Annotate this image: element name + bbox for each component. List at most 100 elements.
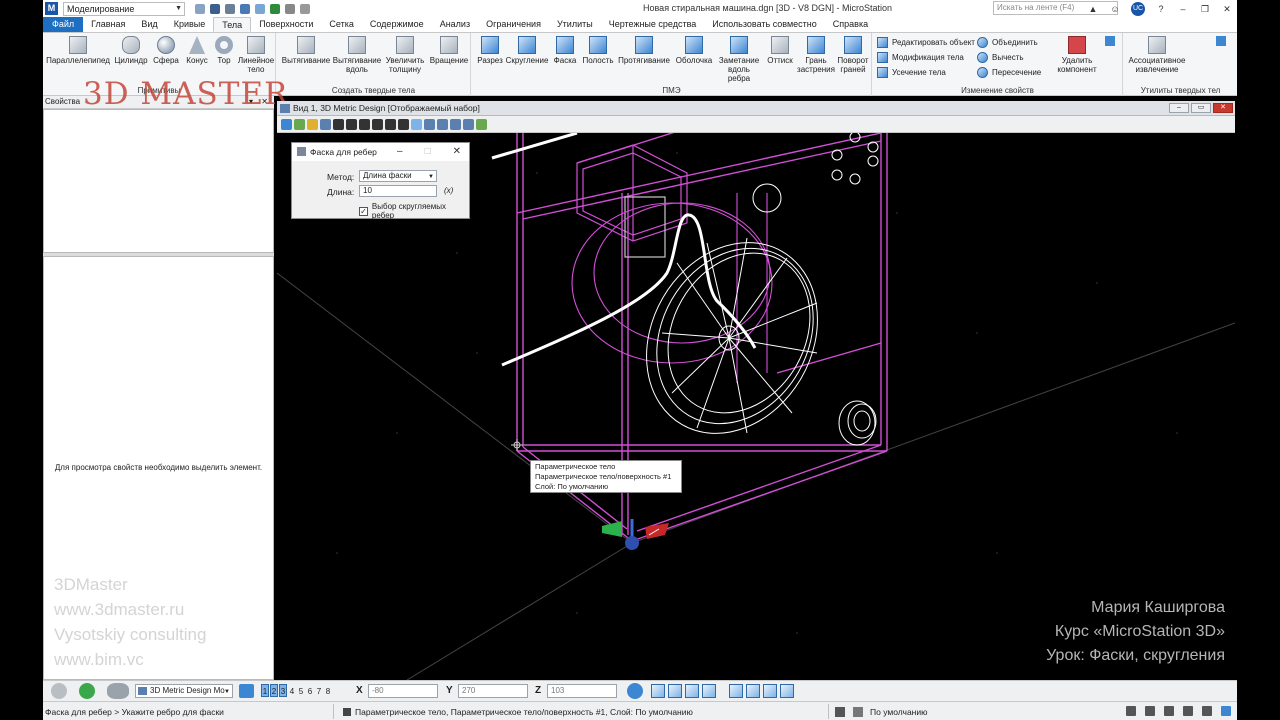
method-select[interactable]: Длина фаски ▼ <box>359 170 437 182</box>
imprint-button[interactable]: Оттиск <box>764 36 796 65</box>
cavity-button[interactable]: Полость <box>581 36 615 65</box>
utility-more-button[interactable] <box>1214 36 1228 48</box>
standard-views-icon[interactable] <box>463 118 474 130</box>
cone-button[interactable]: Конус <box>183 36 211 65</box>
view-2-button[interactable]: 2 <box>270 684 278 697</box>
redo-icon[interactable] <box>255 3 265 14</box>
view-previous-icon[interactable] <box>411 118 422 130</box>
lock-icon[interactable] <box>853 707 863 717</box>
view-4-button[interactable]: 4 <box>288 684 296 697</box>
box-button[interactable]: Параллелепипед <box>46 36 110 65</box>
display-style-icon[interactable] <box>294 118 305 130</box>
dialog-minimize-icon[interactable]: – <box>397 143 403 161</box>
view-maximize-button[interactable]: ▭ <box>1191 103 1211 113</box>
tab-file[interactable]: Файл <box>43 17 84 32</box>
help-question-icon[interactable]: ? <box>1155 4 1167 14</box>
tab-help[interactable]: Справка <box>825 17 876 32</box>
view-5-button[interactable]: 5 <box>297 684 305 697</box>
shell-button[interactable]: Оболочка <box>674 36 714 65</box>
x-coordinate-input[interactable]: -80 <box>368 684 438 698</box>
view-1-button[interactable]: 1 <box>261 684 269 697</box>
tools-status-icon[interactable] <box>1164 706 1174 716</box>
cylinder-button[interactable]: Цилиндр <box>113 36 149 65</box>
undo-icon[interactable] <box>240 3 250 14</box>
save-status-icon[interactable] <box>1126 706 1136 716</box>
open-file-icon[interactable] <box>195 3 205 14</box>
help-icon[interactable] <box>285 3 295 14</box>
view-bottom-cube-icon[interactable] <box>729 684 743 698</box>
trim-solid-item[interactable]: Усечение тела <box>877 67 946 78</box>
sphere-button[interactable]: Сфера <box>151 36 181 65</box>
dialog-close-icon[interactable]: ✕ <box>453 143 461 161</box>
revolve-button[interactable]: Вращение <box>429 36 469 65</box>
fit-view-icon[interactable] <box>372 118 383 130</box>
tab-content[interactable]: Содержимое <box>362 17 432 32</box>
rotate-view-icon[interactable] <box>385 118 396 130</box>
back-icon[interactable] <box>51 683 67 699</box>
view-3-button[interactable]: 3 <box>279 684 287 697</box>
model-switch-icon[interactable] <box>107 683 129 699</box>
length-input[interactable]: 10 <box>359 185 437 197</box>
modify-more-button[interactable] <box>1101 36 1119 48</box>
tab-utilities[interactable]: Утилиты <box>549 17 601 32</box>
forward-icon[interactable] <box>79 683 95 699</box>
view-back-cube-icon[interactable] <box>746 684 760 698</box>
account-icon[interactable]: ☺ <box>1109 4 1121 14</box>
clip-volume-icon[interactable] <box>450 118 461 130</box>
modify-solid-item[interactable]: Модификация тела <box>877 52 964 63</box>
tab-surfaces[interactable]: Поверхности <box>251 17 321 32</box>
chamfer-button[interactable]: Фаска <box>551 36 579 65</box>
fillet-button[interactable]: Скругление <box>505 36 549 65</box>
view-8-button[interactable]: 8 <box>324 684 332 697</box>
view-iso-cube-icon[interactable] <box>702 684 716 698</box>
user-avatar[interactable]: UC <box>1131 2 1145 16</box>
linear-solid-button[interactable]: Линейное тело <box>237 36 275 74</box>
draft-face-button[interactable]: Грань застрения <box>797 36 835 74</box>
tab-mesh[interactable]: Сетка <box>321 17 361 32</box>
display-status-icon[interactable] <box>1183 706 1193 716</box>
accudraw-icon[interactable] <box>627 683 643 699</box>
z-coordinate-input[interactable]: 103 <box>547 684 617 698</box>
tab-drawing-tools[interactable]: Чертежные средства <box>601 17 705 32</box>
pin-icon[interactable] <box>270 3 280 14</box>
isometric-view-icon[interactable] <box>476 118 487 130</box>
extrude-along-button[interactable]: Вытягивание вдоль <box>333 36 381 74</box>
notifications-icon[interactable]: ▲ <box>1087 4 1099 14</box>
view-next-icon[interactable] <box>424 118 435 130</box>
thicken-button[interactable]: Увеличить толщину <box>383 36 427 74</box>
zoom-out-icon[interactable] <box>346 118 357 130</box>
snap-icon[interactable] <box>835 707 845 717</box>
unite-item[interactable]: Объединить <box>977 37 1038 48</box>
window-area-icon[interactable] <box>359 118 370 130</box>
update-view-icon[interactable] <box>320 118 331 130</box>
torus-button[interactable]: Тор <box>213 36 235 65</box>
print-status-icon[interactable] <box>1145 706 1155 716</box>
view-right-iso-cube-icon[interactable] <box>780 684 794 698</box>
active-level[interactable]: По умолчанию <box>870 707 927 717</box>
tab-collaborate[interactable]: Использовать совместно <box>704 17 825 32</box>
tab-home[interactable]: Главная <box>83 17 133 32</box>
view-minimize-button[interactable]: – <box>1169 103 1189 113</box>
rotate-faces-button[interactable]: Поворот граней <box>836 36 870 74</box>
pan-view-icon[interactable] <box>398 118 409 130</box>
sweep-along-edge-button[interactable]: Заметание вдоль ребра <box>716 36 762 83</box>
view-6-button[interactable]: 6 <box>306 684 314 697</box>
view-left-cube-icon[interactable] <box>763 684 777 698</box>
tab-constraints[interactable]: Ограничения <box>478 17 549 32</box>
tab-view[interactable]: Вид <box>133 17 165 32</box>
tab-curves[interactable]: Кривые <box>166 17 214 32</box>
view-7-button[interactable]: 7 <box>315 684 323 697</box>
associative-extract-button[interactable]: Ассоциативное извлечение <box>1126 36 1188 74</box>
view-attributes-icon[interactable] <box>281 118 292 130</box>
view-close-button[interactable]: ✕ <box>1213 103 1233 113</box>
sync-status-icon[interactable] <box>1221 706 1231 716</box>
delete-component-button[interactable]: Удалить компонент <box>1053 36 1101 74</box>
view-right-cube-icon[interactable] <box>685 684 699 698</box>
extrude-button[interactable]: Вытягивание <box>281 36 331 65</box>
sweep-button[interactable]: Протягивание <box>616 36 672 65</box>
expression-button[interactable]: (x) <box>444 186 453 195</box>
intersect-item[interactable]: Пересечение <box>977 67 1041 78</box>
design-model-select[interactable]: 3D Metric Design Mo ▼ <box>135 684 233 698</box>
close-icon[interactable]: ✕ <box>1221 4 1233 15</box>
select-fillet-edges-checkbox[interactable]: ✓ Выбор скругляемых ребер <box>359 202 469 220</box>
